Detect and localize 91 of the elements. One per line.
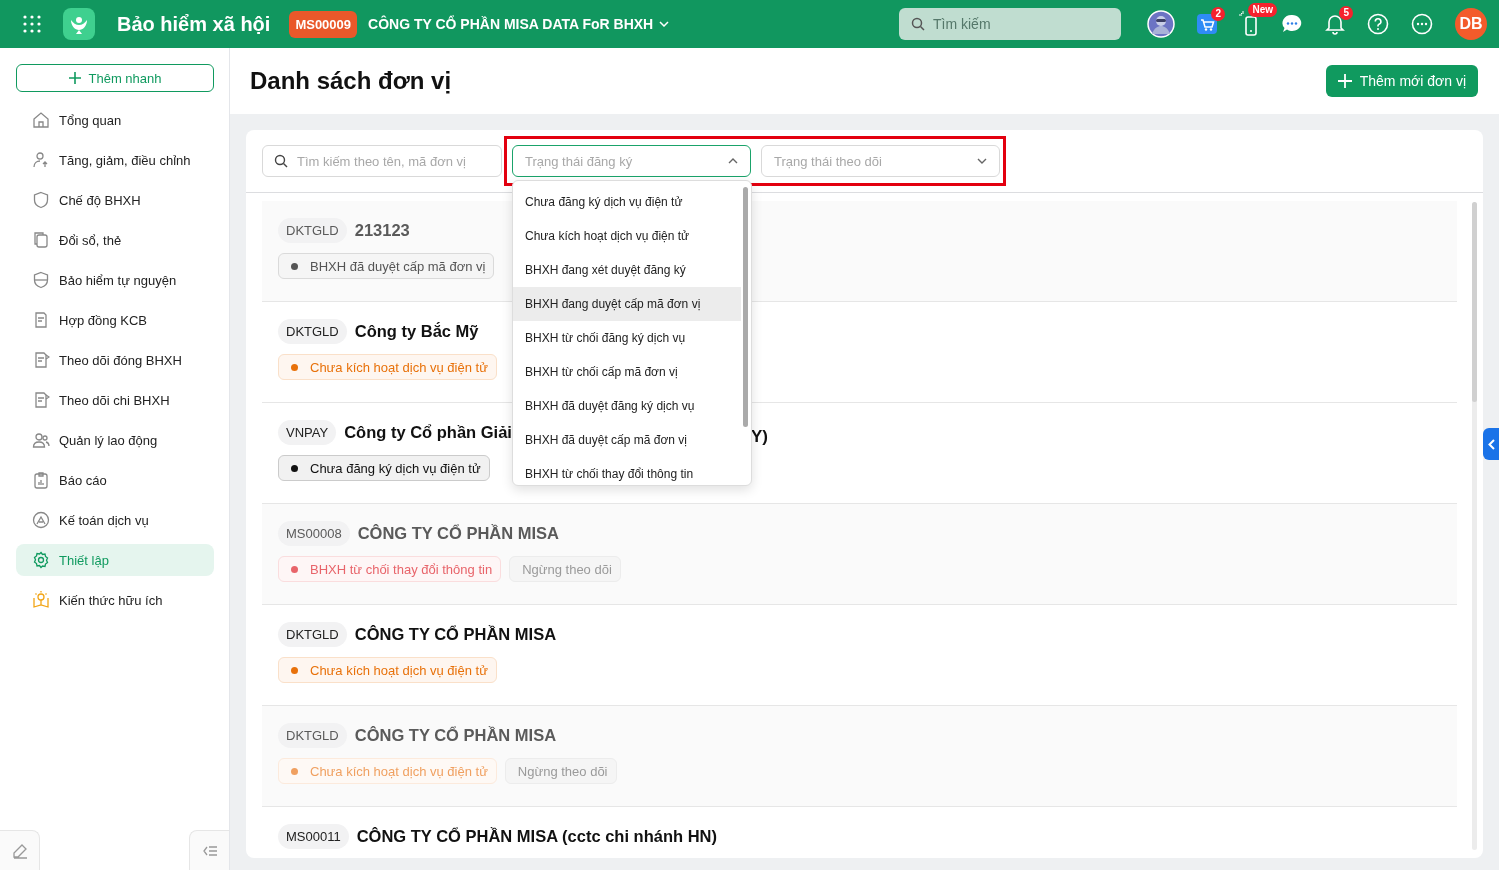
user-icon	[32, 151, 50, 169]
dropdown-option[interactable]: BHXH đã duyệt đăng ký dịch vụ	[513, 389, 741, 423]
tracking-tag: Ngừng theo dõi	[509, 556, 621, 582]
lightbulb-icon	[32, 591, 50, 609]
unit-name: CÔNG TY CỔ PHẦN MISA (cctc chi nhánh HN)	[356, 826, 717, 846]
unit-code: DKTGLD	[278, 621, 347, 647]
apps-grid-icon[interactable]	[23, 15, 41, 33]
unit-code: DKTGLD	[278, 217, 347, 243]
unit-name: CÔNG TY CỔ PHẦN MISA	[357, 523, 560, 543]
edit-button[interactable]	[0, 830, 40, 870]
page-title: Danh sách đơn vị	[250, 67, 452, 95]
chevron-left-icon	[1487, 438, 1495, 450]
unit-code-badge: MS00009	[289, 10, 358, 38]
document-icon	[32, 351, 50, 369]
dropdown-option[interactable]: BHXH đang xét duyệt đăng ký	[513, 253, 741, 287]
unit-code: VNPAY	[278, 419, 337, 445]
chevron-down-icon	[977, 158, 987, 164]
app-title: Bảo hiểm xã hội	[117, 12, 271, 36]
dropdown-option[interactable]: BHXH đã duyệt cấp mã đơn vị	[513, 423, 741, 457]
notification-badge: 2	[1211, 7, 1225, 21]
circle-icon	[32, 511, 50, 529]
search-icon	[911, 17, 925, 31]
company-selector[interactable]: CÔNG TY CỔ PHẦN MISA DATA FoR BHXH	[368, 16, 670, 32]
dropdown-option[interactable]: BHXH từ chối cấp mã đơn vị	[513, 355, 741, 389]
sidebar-item[interactable]: Tổng quan	[16, 104, 214, 136]
documents-icon	[32, 231, 50, 249]
sidebar-item[interactable]: Tăng, giảm, điều chỉnh	[16, 144, 214, 176]
unit-name: 213123	[354, 220, 410, 240]
clipboard-icon	[32, 471, 50, 489]
status-tag: BHXH từ chối thay đổi thông tin	[278, 556, 502, 582]
more-icon[interactable]	[1411, 13, 1433, 35]
dropdown-option[interactable]: BHXH đang duyệt cấp mã đơn vị	[513, 287, 741, 321]
sidebar-item[interactable]: Quản lý lao động	[16, 424, 214, 456]
chevron-down-icon	[659, 21, 670, 27]
status-tag: Chưa đăng ký dịch vụ điện tử	[278, 455, 490, 481]
home-icon	[32, 111, 50, 129]
expand-panel-tab[interactable]	[1483, 428, 1499, 460]
unit-search-field[interactable]: Tìm kiếm theo tên, mã đơn vị	[262, 145, 502, 177]
edit-icon	[11, 842, 28, 859]
logo-icon	[63, 8, 95, 40]
chevron-up-icon	[728, 158, 738, 164]
bell-icon[interactable]	[1325, 13, 1345, 35]
add-unit-button[interactable]: Thêm mới đơn vị	[1325, 65, 1478, 97]
unit-name: Công ty Bắc Mỹ	[354, 321, 479, 341]
unit-code: MS00011	[278, 823, 349, 849]
sidebar-item[interactable]: Theo dõi chi BHXH	[16, 384, 214, 416]
new-badge: New	[1248, 3, 1277, 17]
document-icon	[32, 311, 50, 329]
unit-name: Y)	[751, 427, 768, 447]
chat-icon[interactable]	[1281, 13, 1303, 35]
status-tag: Chưa kích hoạt dịch vụ điện tử	[278, 354, 497, 380]
plus-icon	[68, 72, 81, 84]
search-field[interactable]: Tìm kiếm	[899, 8, 1121, 40]
sidebar-item[interactable]: Kế toán dịch vụ	[16, 504, 214, 536]
cart-icon[interactable]	[1197, 14, 1217, 34]
unit-code: DKTGLD	[278, 722, 347, 748]
dropdown-option[interactable]: Chưa đăng ký dịch vụ điện tử	[513, 185, 741, 219]
sidebar-item[interactable]: Bảo hiểm tự nguyện	[16, 264, 214, 296]
sidebar-item[interactable]: Báo cáo	[16, 464, 214, 496]
people-icon	[32, 431, 50, 449]
tracking-tag: Ngừng theo dõi	[504, 758, 617, 784]
collapse-icon	[202, 845, 217, 856]
dropdown-option[interactable]: Chưa kích hoạt dịch vụ điện tử	[513, 219, 741, 253]
quick-add-button[interactable]: Thêm nhanh	[16, 64, 214, 92]
phone-icon[interactable]	[1239, 11, 1259, 37]
scrollbar[interactable]	[743, 187, 748, 427]
plus-icon	[1337, 74, 1352, 88]
unit-name: Công ty Cổ phần Giải	[344, 422, 512, 442]
sidebar-item[interactable]: Kiến thức hữu ích	[16, 584, 214, 616]
notification-badge: 5	[1339, 6, 1353, 20]
dropdown-option[interactable]: BHXH từ chối thay đổi thông tin	[513, 457, 741, 485]
unit-name: CÔNG TY CỔ PHẦN MISA	[354, 624, 557, 644]
shield-icon	[32, 191, 50, 209]
unit-code: MS00008	[278, 520, 350, 546]
unit-code: DKTGLD	[278, 318, 347, 344]
help-icon[interactable]	[1367, 13, 1389, 35]
document-icon	[32, 391, 50, 409]
sidebar-item[interactable]: Chế độ BHXH	[16, 184, 214, 216]
dropdown-option[interactable]: BHXH từ chối đăng ký dịch vụ	[513, 321, 741, 355]
shield-icon	[32, 271, 50, 289]
sidebar-item[interactable]: Hợp đồng KCB	[16, 304, 214, 336]
status-tag: Chưa kích hoạt dịch vụ điện tử	[278, 657, 497, 683]
status-tag: BHXH đã duyệt cấp mã đơn vị	[278, 253, 495, 279]
status-tag: Chưa kích hoạt dịch vụ điện tử	[278, 758, 497, 784]
settings-icon	[32, 551, 50, 569]
unit-name: CÔNG TY CỔ PHẦN MISA	[354, 725, 557, 745]
search-icon	[274, 154, 288, 168]
collapse-sidebar-button[interactable]	[189, 830, 229, 870]
sidebar-item[interactable]: Theo dõi đóng BHXH	[16, 344, 214, 376]
sidebar-item[interactable]: Đổi sổ, thẻ	[16, 224, 214, 256]
scrollbar[interactable]	[1472, 202, 1477, 850]
